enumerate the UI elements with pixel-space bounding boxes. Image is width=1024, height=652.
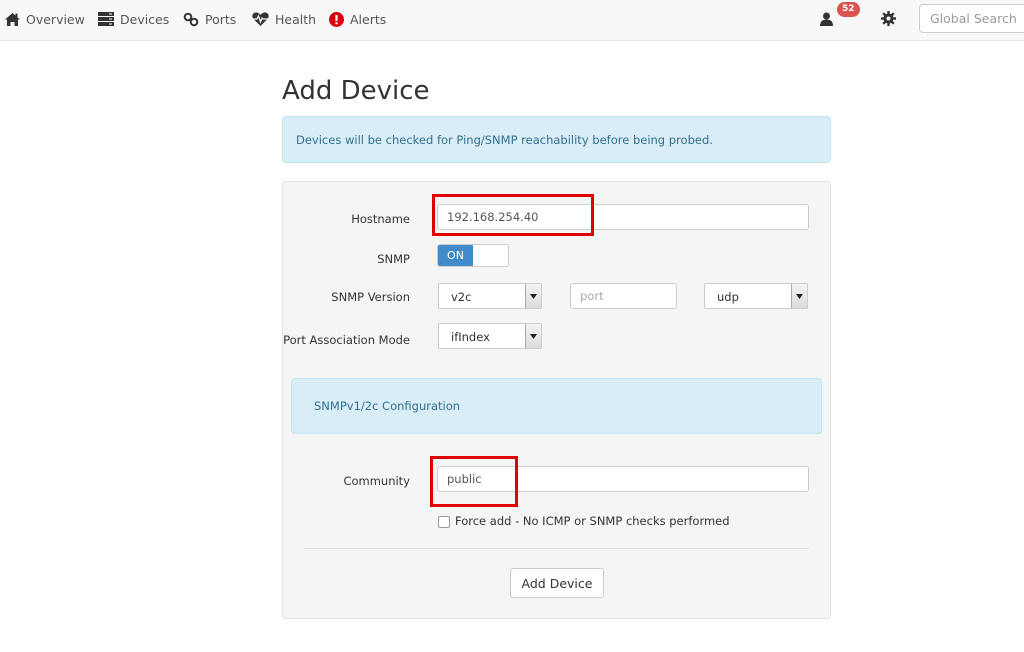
snmp-version-label: SNMP Version	[331, 290, 410, 304]
nav-label-health: Health	[275, 11, 317, 27]
chevron-down-icon	[791, 284, 807, 308]
chevron-down-icon	[525, 284, 541, 308]
global-search-input[interactable]	[919, 4, 1024, 33]
nav-item-devices[interactable]: Devices	[98, 0, 169, 38]
hostname-label: Hostname	[351, 212, 410, 226]
port-association-value: ifIndex	[451, 330, 490, 344]
port-association-select[interactable]: ifIndex	[438, 323, 542, 349]
snmp-port-input[interactable]	[570, 283, 677, 309]
nav-item-health[interactable]: Health	[252, 0, 316, 38]
add-device-button[interactable]: Add Device	[510, 568, 604, 598]
snmp-version-select[interactable]: v2c	[438, 283, 542, 309]
community-input[interactable]	[437, 466, 809, 492]
home-icon	[5, 12, 20, 26]
nav-label-ports: Ports	[205, 11, 237, 27]
exclamation-circle-icon	[329, 11, 344, 27]
user-menu[interactable]: 52	[818, 2, 862, 34]
snmp-transport-select[interactable]: udp	[704, 283, 808, 309]
user-icon	[820, 12, 833, 29]
snmp-toggle[interactable]: ON	[437, 244, 509, 267]
nav-label-overview: Overview	[26, 11, 85, 27]
gear-icon	[881, 11, 896, 29]
snmp-transport-value: udp	[717, 290, 739, 304]
nav-item-ports[interactable]: Ports	[183, 0, 236, 38]
notification-badge: 52	[837, 2, 860, 17]
force-add-label: Force add - No ICMP or SNMP checks perfo…	[455, 514, 730, 528]
divider	[304, 548, 809, 549]
snmp-version-value: v2c	[451, 290, 472, 304]
heartbeat-icon	[252, 12, 269, 26]
server-icon	[98, 12, 114, 26]
link-icon	[183, 12, 199, 27]
force-add-checkbox[interactable]	[438, 516, 450, 528]
page-title: Add Device	[282, 76, 430, 106]
community-label: Community	[343, 474, 410, 488]
hostname-input[interactable]	[437, 204, 809, 230]
nav-label-alerts: Alerts	[350, 11, 387, 27]
nav-item-overview[interactable]: Overview	[5, 0, 85, 38]
nav-item-alerts[interactable]: Alerts	[329, 0, 386, 38]
top-navbar: Overview Devices Ports Health Alerts 52	[0, 0, 1024, 41]
port-association-label: Port Association Mode	[283, 333, 410, 347]
snmp-label: SNMP	[377, 252, 410, 266]
snmp-config-panel: SNMPv1/2c Configuration	[291, 378, 822, 434]
snmp-toggle-on: ON	[438, 245, 473, 266]
info-alert: Devices will be checked for Ping/SNMP re…	[282, 116, 831, 163]
settings-menu[interactable]	[881, 11, 896, 29]
chevron-down-icon	[525, 324, 541, 348]
nav-label-devices: Devices	[120, 11, 170, 27]
